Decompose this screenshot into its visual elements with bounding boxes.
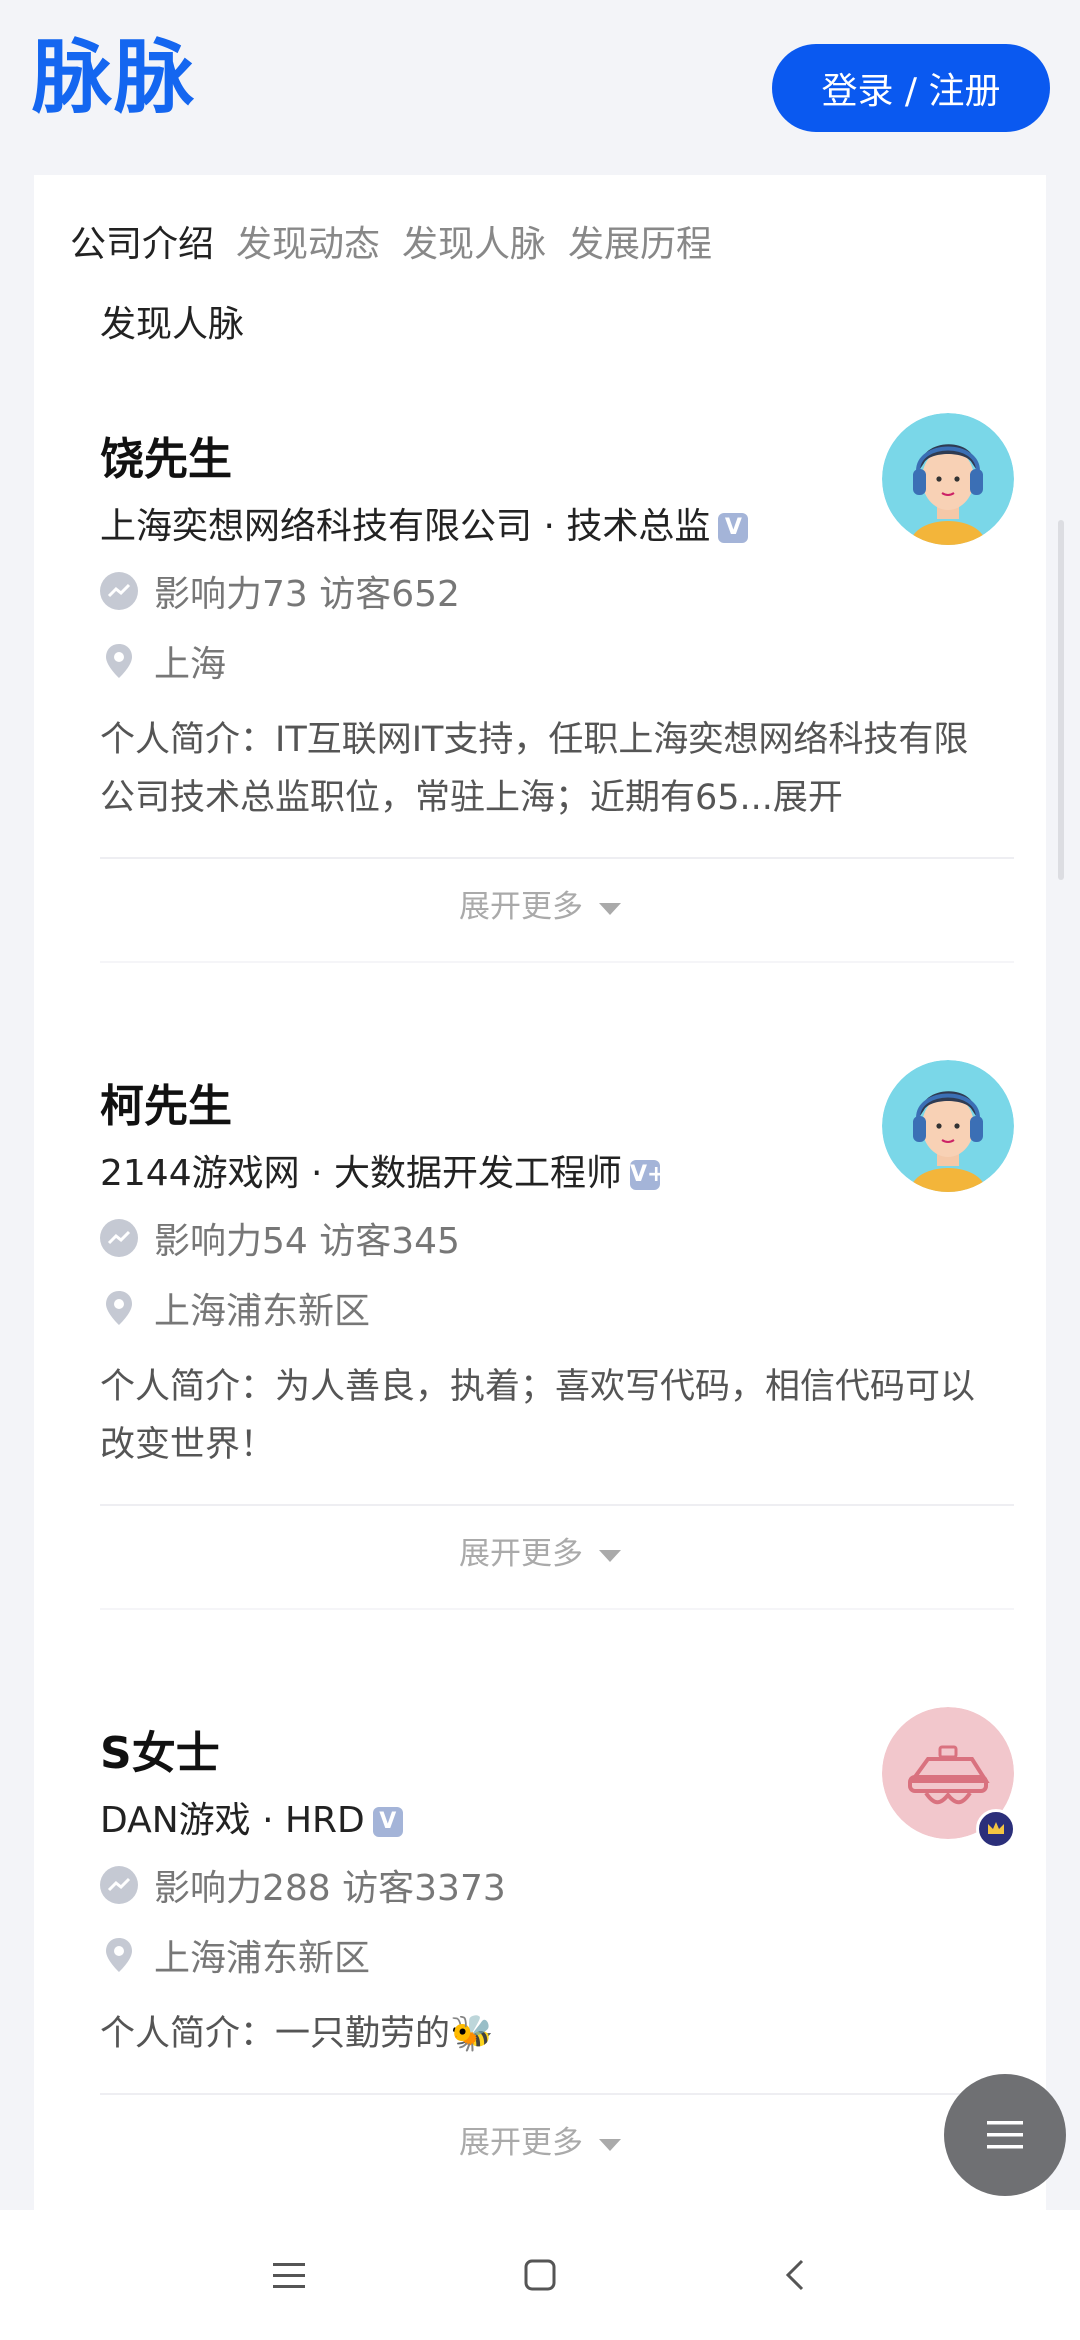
divider <box>100 1504 1014 1506</box>
square-icon <box>524 2259 556 2291</box>
company-title-text: 上海奕想网络科技有限公司 · 技术总监 <box>100 506 711 547</box>
caret-down-icon <box>599 902 621 915</box>
location-text: 上海 <box>154 644 227 685</box>
expand-more-label: 展开更多 <box>459 1536 583 1572</box>
card-separator <box>100 961 1014 963</box>
location-pin-icon <box>100 1936 138 1974</box>
tab-history[interactable]: 发展历程 <box>568 215 712 267</box>
person-location: 上海浦东新区 <box>100 1282 370 1334</box>
person-company: DAN游戏 · HRD V <box>100 1791 403 1843</box>
divider <box>100 2093 1014 2095</box>
person-bio: 个人简介：IT互联网IT支持，任职上海奕想网络科技有限公司技术总监职位，常驻上海… <box>100 720 969 818</box>
person-location: 上海浦东新区 <box>100 1929 370 1981</box>
verified-badge-icon: V+ <box>629 1160 665 1190</box>
menu-lines-icon <box>273 2263 305 2288</box>
location-text: 上海浦东新区 <box>154 1291 371 1332</box>
person-card[interactable]: 柯先生 2144游戏网 · 大数据开发工程师 V+ 影响力54 访客345 上海浦… <box>100 1070 1014 1465</box>
person-card[interactable]: 饶先生 上海奕想网络科技有限公司 · 技术总监 V 影响力73 访客652 上海 … <box>100 423 1014 818</box>
menu-icon <box>987 2121 1023 2149</box>
expand-more-label: 展开更多 <box>459 889 583 925</box>
stats-text: 影响力54 访客345 <box>154 1221 460 1262</box>
menu-fab-button[interactable] <box>944 2074 1066 2196</box>
person-stats: 影响力54 访客345 <box>100 1212 460 1264</box>
expand-more-button[interactable]: 展开更多 <box>34 881 1046 926</box>
person-name: 饶先生 <box>100 434 232 485</box>
caret-down-icon <box>599 1549 621 1562</box>
expand-more-button[interactable]: 展开更多 <box>34 2117 1046 2162</box>
expand-more-label: 展开更多 <box>459 2125 583 2161</box>
home-button[interactable] <box>515 2250 565 2300</box>
maimai-logo[interactable]: 脉脉 <box>32 38 196 118</box>
person-company: 上海奕想网络科技有限公司 · 技术总监 V <box>100 497 749 549</box>
stats-text: 影响力73 访客652 <box>154 574 460 615</box>
company-title-text: 2144游戏网 · 大数据开发工程师 <box>100 1153 622 1194</box>
person-card[interactable]: S女士 DAN游戏 · HRD V 影响力288 访客3373 上海浦东新区 个人… <box>100 1717 1014 2097</box>
caret-down-icon <box>599 2138 621 2151</box>
login-register-button[interactable]: 登录 / 注册 <box>772 44 1050 132</box>
top-header: 脉脉 登录 / 注册 <box>0 0 1080 175</box>
verified-badge-icon: V <box>718 513 749 543</box>
back-button[interactable] <box>770 2250 820 2300</box>
chevron-left-icon <box>785 2259 804 2291</box>
verified-badge-icon: V <box>372 1807 403 1837</box>
card-separator <box>100 1608 1014 1610</box>
tab-bar: 公司介绍 发现动态 发现人脉 发展历程 <box>34 175 1046 301</box>
section-title: 发现人脉 <box>100 304 245 345</box>
expand-more-button[interactable]: 展开更多 <box>34 1528 1046 1573</box>
stats-text: 影响力288 访客3373 <box>154 1868 506 1909</box>
tab-company-intro[interactable]: 公司介绍 <box>70 215 214 267</box>
trend-icon <box>100 572 138 610</box>
person-location: 上海 <box>100 635 226 687</box>
recent-apps-button[interactable] <box>264 2250 314 2300</box>
person-stats: 影响力73 访客652 <box>100 565 460 617</box>
content-card: 公司介绍 发现动态 发现人脉 发展历程 发现人脉 饶先生 上海奕想网络科技有限公… <box>34 175 1046 2210</box>
tab-discover-feed[interactable]: 发现动态 <box>236 215 380 267</box>
person-name: 柯先生 <box>100 1081 232 1132</box>
trend-icon <box>100 1219 138 1257</box>
location-pin-icon <box>100 1289 138 1327</box>
person-name: S女士 <box>100 1728 220 1779</box>
crown-badge-icon <box>976 1809 1016 1849</box>
person-bio: 个人简介：一只勤劳的🐝 <box>100 2014 494 2054</box>
person-company: 2144游戏网 · 大数据开发工程师 V+ <box>100 1144 665 1196</box>
avatar[interactable] <box>882 1060 1014 1192</box>
person-bio: 个人简介：为人善良，执着；喜欢写代码，相信代码可以改变世界！ <box>100 1367 976 1465</box>
system-nav-bar <box>0 2210 1080 2340</box>
location-pin-icon <box>100 642 138 680</box>
person-stats: 影响力288 访客3373 <box>100 1859 506 1911</box>
location-text: 上海浦东新区 <box>154 1938 371 1979</box>
divider <box>100 857 1014 859</box>
trend-icon <box>100 1866 138 1904</box>
tab-discover-people[interactable]: 发现人脉 <box>402 215 546 267</box>
avatar[interactable] <box>882 413 1014 545</box>
scrollbar[interactable] <box>1058 520 1064 880</box>
company-title-text: DAN游戏 · HRD <box>100 1800 365 1841</box>
